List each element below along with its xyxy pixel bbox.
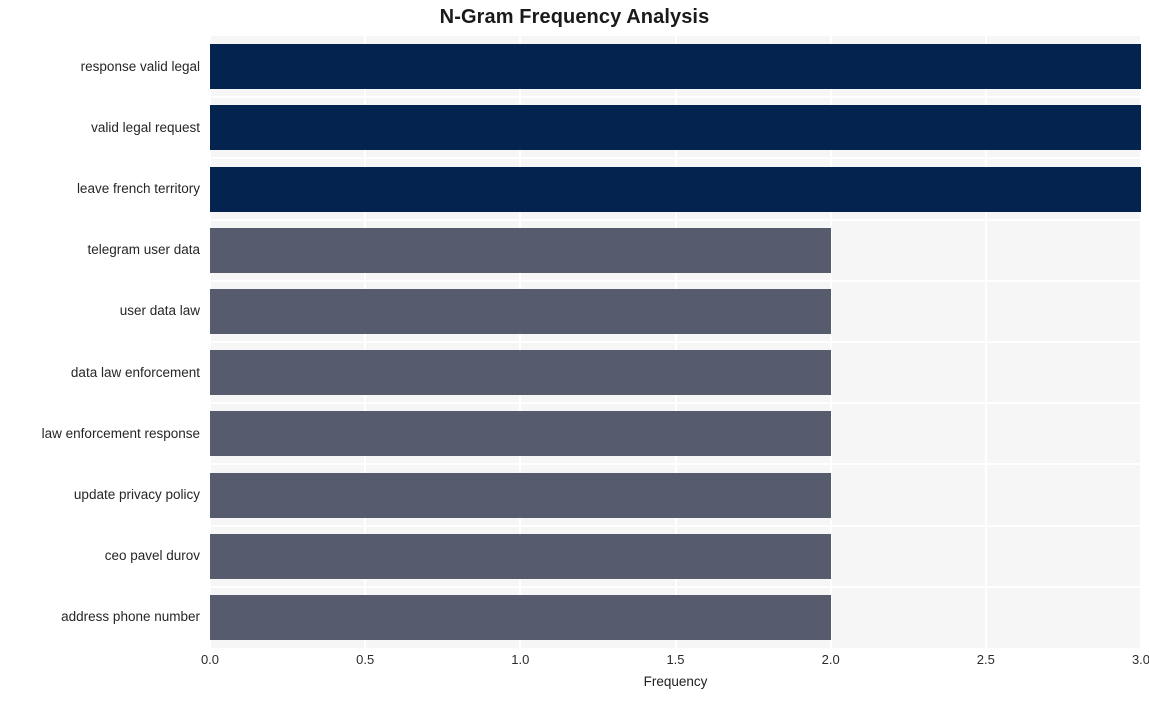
bar (210, 44, 1141, 90)
gridline-horizontal (210, 96, 1141, 99)
x-axis-tick-label: 1.0 (511, 652, 530, 667)
page-title: N-Gram Frequency Analysis (439, 6, 710, 28)
bar (210, 411, 831, 457)
gridline-horizontal (210, 279, 1141, 282)
y-axis-tick-label: valid legal request (91, 119, 200, 135)
gridline-horizontal (210, 463, 1141, 466)
gridline-horizontal (210, 218, 1141, 221)
bar (210, 472, 831, 518)
x-axis-tick-label: 0.0 (200, 652, 220, 667)
x-axis-tick-label: 2.5 (976, 652, 995, 667)
bar (210, 594, 831, 640)
x-axis-tick-label: 3.0 (1131, 652, 1149, 667)
y-axis-tick-label: ceo pavel durov (104, 548, 200, 564)
x-axis-label: Frequency (643, 674, 708, 689)
bar (210, 227, 831, 273)
x-axis-tick-label: 0.5 (356, 652, 375, 667)
bar (210, 533, 831, 579)
y-axis-tick-label: response valid legal (80, 58, 200, 74)
bar (210, 166, 1141, 212)
y-axis-tick-label: update privacy policy (73, 487, 200, 502)
y-axis-tick-label: address phone number (61, 609, 200, 625)
gridline-horizontal (210, 402, 1141, 405)
gridline-horizontal (210, 585, 1141, 588)
y-axis-tick-label: telegram user data (87, 242, 200, 258)
y-axis-tick-label: data law enforcement (70, 364, 200, 380)
y-axis-tick-label: user data law (119, 303, 200, 319)
bar (210, 105, 1141, 151)
x-axis-tick-label: 2.0 (821, 652, 840, 667)
y-axis-tick-label: leave french territory (76, 181, 200, 196)
bar (210, 350, 831, 396)
plot-area (210, 36, 1141, 648)
ngram-frequency-chart: N-Gram Frequency Analysis response valid… (0, 0, 1149, 701)
gridline-horizontal (210, 524, 1141, 527)
x-axis-tick-label: 1.5 (666, 652, 685, 667)
gridline-horizontal (210, 341, 1141, 343)
gridline-horizontal (210, 157, 1141, 160)
bar (210, 288, 831, 334)
y-axis-tick-label: law enforcement response (41, 425, 200, 441)
